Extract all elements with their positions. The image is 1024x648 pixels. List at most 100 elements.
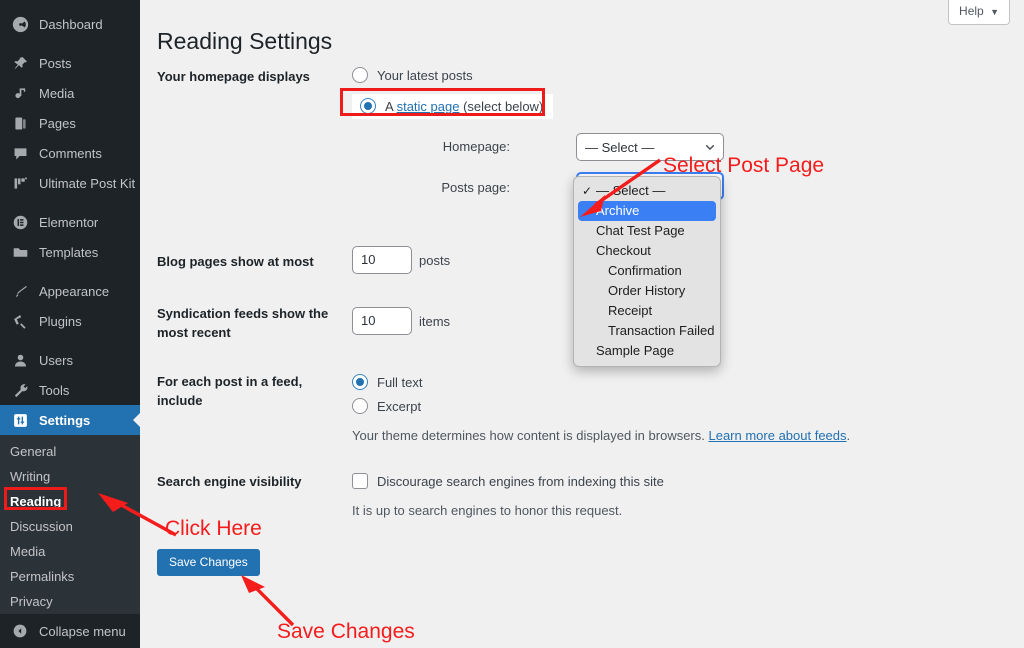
plug-icon bbox=[10, 311, 30, 331]
sidebar-item-label: Elementor bbox=[39, 214, 99, 230]
sidebar-item-label: Posts bbox=[39, 55, 72, 71]
chevron-down-icon: ▼ bbox=[990, 7, 999, 17]
sidebar-item-dashboard[interactable]: Dashboard bbox=[0, 9, 140, 39]
sidebar-item-label: Dashboard bbox=[39, 16, 103, 32]
homepage-displays-label: Your homepage displays bbox=[157, 69, 310, 84]
blog-pages-input[interactable]: 10 bbox=[352, 246, 412, 274]
feed-description-text: Your theme determines how content is dis… bbox=[352, 428, 709, 443]
collapse-menu-button[interactable]: Collapse menu bbox=[0, 614, 140, 648]
sidebar-item-appearance[interactable]: Appearance bbox=[0, 276, 140, 306]
page-title: Reading Settings bbox=[157, 28, 333, 55]
wrench-icon bbox=[10, 380, 30, 400]
sidebar-item-ultimate-post-kit[interactable]: Ultimate Post Kit bbox=[0, 168, 140, 198]
dropdown-option-confirmation[interactable]: Confirmation bbox=[574, 261, 720, 281]
sidebar-item-settings[interactable]: Settings bbox=[0, 405, 140, 435]
radio-full-text[interactable] bbox=[352, 374, 368, 390]
feed-description-period: . bbox=[846, 428, 851, 443]
annotation-text-select-post-page: Select Post Page bbox=[663, 154, 825, 177]
dashboard-icon bbox=[10, 14, 30, 34]
brush-icon bbox=[10, 281, 30, 301]
elementor-icon bbox=[10, 212, 30, 232]
dropdown-option-order-history[interactable]: Order History bbox=[574, 281, 720, 301]
discourage-search-label: Discourage search engines from indexing … bbox=[377, 473, 664, 489]
sidebar-item-tools[interactable]: Tools bbox=[0, 375, 140, 405]
user-icon bbox=[10, 350, 30, 370]
submenu-item-permalinks[interactable]: Permalinks bbox=[0, 564, 140, 589]
sidebar-item-users[interactable]: Users bbox=[0, 345, 140, 375]
annotation-text-click-here: Click Here bbox=[165, 517, 262, 540]
discourage-search-engines-option[interactable]: Discourage search engines from indexing … bbox=[352, 473, 664, 489]
wordpress-admin-screen: Dashboard Posts Media Pages Comments Ult… bbox=[0, 0, 1024, 648]
static-prefix-text: A bbox=[385, 98, 397, 114]
pin-icon bbox=[10, 53, 30, 73]
settings-icon bbox=[10, 410, 30, 430]
collapse-arrow-icon bbox=[10, 621, 30, 641]
feed-description: Your theme determines how content is dis… bbox=[352, 426, 850, 446]
syndication-input[interactable]: 10 bbox=[352, 307, 412, 335]
homepage-select-value: — Select — bbox=[585, 139, 655, 155]
sidebar-item-elementor[interactable]: Elementor bbox=[0, 207, 140, 237]
feed-include-label: For each post in a feed, include bbox=[157, 374, 303, 408]
sidebar-item-label: Tools bbox=[39, 382, 70, 398]
dropdown-option-transaction-failed[interactable]: Transaction Failed bbox=[574, 321, 720, 341]
sidebar-item-label: Users bbox=[39, 352, 73, 368]
ultimate-post-kit-icon bbox=[10, 173, 30, 193]
help-label: Help bbox=[959, 4, 984, 18]
sidebar-item-label: Ultimate Post Kit bbox=[39, 175, 136, 191]
homepage-latest-posts-option[interactable]: Your latest posts bbox=[352, 67, 473, 83]
pages-icon bbox=[10, 113, 30, 133]
active-menu-pointer bbox=[133, 412, 140, 428]
syndication-label: Syndication feeds show the most recent bbox=[157, 306, 329, 340]
radio-static-page-label: A static page (select below) bbox=[385, 99, 543, 114]
dropdown-option-receipt[interactable]: Receipt bbox=[574, 301, 720, 321]
sidebar-item-label: Plugins bbox=[39, 313, 82, 329]
radio-latest-posts-label: Your latest posts bbox=[377, 67, 473, 83]
dropdown-option-checkout[interactable]: Checkout bbox=[574, 241, 720, 261]
radio-latest-posts[interactable] bbox=[352, 67, 368, 83]
submenu-item-media[interactable]: Media bbox=[0, 539, 140, 564]
submenu-item-writing[interactable]: Writing bbox=[0, 464, 140, 489]
homepage-static-page-option[interactable]: A static page (select below) bbox=[352, 94, 554, 119]
posts-page-select-label: Posts page: bbox=[441, 180, 510, 195]
help-tab-button[interactable]: Help ▼ bbox=[948, 0, 1010, 25]
submenu-item-general[interactable]: General bbox=[0, 439, 140, 464]
radio-excerpt-label: Excerpt bbox=[377, 398, 422, 414]
feed-full-text-option[interactable]: Full text bbox=[352, 374, 423, 390]
sidebar-item-templates[interactable]: Templates bbox=[0, 237, 140, 267]
radio-excerpt[interactable] bbox=[352, 398, 368, 414]
sidebar-item-plugins[interactable]: Plugins bbox=[0, 306, 140, 336]
admin-sidebar: Dashboard Posts Media Pages Comments Ult… bbox=[0, 0, 140, 648]
sidebar-item-posts[interactable]: Posts bbox=[0, 48, 140, 78]
main-content: Help ▼ Reading Settings Your homepage di… bbox=[140, 0, 1024, 648]
chevron-down-icon bbox=[706, 145, 714, 151]
feed-excerpt-option[interactable]: Excerpt bbox=[352, 398, 421, 414]
comments-icon bbox=[10, 143, 30, 163]
sidebar-item-label: Appearance bbox=[39, 283, 110, 299]
sidebar-item-label: Media bbox=[39, 85, 75, 101]
media-icon bbox=[10, 83, 30, 103]
sidebar-item-comments[interactable]: Comments bbox=[0, 138, 140, 168]
radio-static-page[interactable] bbox=[360, 98, 376, 114]
save-changes-button[interactable]: Save Changes bbox=[157, 549, 260, 576]
blog-pages-unit: posts bbox=[419, 253, 451, 268]
sidebar-item-label: Comments bbox=[39, 145, 102, 161]
blog-pages-label: Blog pages show at most bbox=[157, 254, 314, 269]
radio-full-text-label: Full text bbox=[377, 374, 423, 390]
sidebar-item-label: Pages bbox=[39, 115, 76, 131]
sidebar-item-label: Templates bbox=[39, 244, 99, 260]
sidebar-item-pages[interactable]: Pages bbox=[0, 108, 140, 138]
learn-more-feeds-link[interactable]: Learn more about feeds bbox=[708, 428, 846, 443]
sidebar-item-media[interactable]: Media bbox=[0, 78, 140, 108]
submenu-item-privacy[interactable]: Privacy bbox=[0, 589, 140, 614]
static-page-link[interactable]: static page bbox=[397, 99, 460, 114]
folder-icon bbox=[10, 242, 30, 262]
collapse-menu-label: Collapse menu bbox=[39, 623, 126, 639]
annotation-text-save-changes: Save Changes bbox=[277, 620, 415, 643]
dropdown-option-sample-page[interactable]: Sample Page bbox=[574, 341, 720, 361]
homepage-select-label: Homepage: bbox=[442, 139, 510, 154]
